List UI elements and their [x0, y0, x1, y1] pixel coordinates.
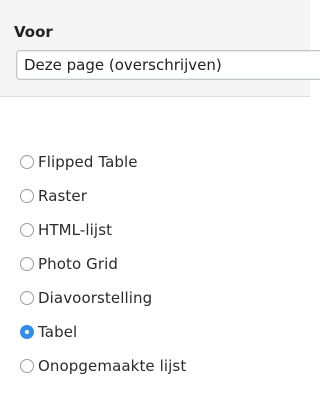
- scope-select[interactable]: Deze page (overschrijven): [16, 50, 320, 80]
- option-label: Photo Grid: [38, 255, 119, 273]
- format-option-unformatted-list[interactable]: Onopgemaakte lijst: [20, 354, 186, 378]
- option-label: HTML-lijst: [38, 221, 113, 239]
- radio-button[interactable]: [20, 189, 34, 203]
- for-scope-panel: Voor Deze page (overschrijven): [0, 0, 320, 97]
- format-option-html-list[interactable]: HTML-lijst: [20, 218, 112, 242]
- radio-button[interactable]: [20, 257, 34, 271]
- format-option-photo-grid[interactable]: Photo Grid: [20, 252, 118, 276]
- format-option-slideshow[interactable]: Diavoorstelling: [20, 286, 152, 310]
- format-option-raster[interactable]: Raster: [20, 184, 87, 208]
- for-label: Voor: [14, 23, 53, 41]
- option-label: Flipped Table: [38, 153, 138, 171]
- radio-button[interactable]: [20, 155, 34, 169]
- option-label: Diavoorstelling: [38, 289, 153, 307]
- radio-button[interactable]: [20, 359, 34, 373]
- option-label: Onopgemaakte lijst: [38, 357, 187, 375]
- radio-button[interactable]: [20, 291, 34, 305]
- option-label: Tabel: [38, 323, 78, 341]
- radio-button[interactable]: [20, 223, 34, 237]
- format-option-table[interactable]: Tabel: [20, 320, 77, 344]
- option-label: Raster: [38, 187, 87, 205]
- format-option-flipped-table[interactable]: Flipped Table: [20, 150, 138, 174]
- radio-button-selected[interactable]: [20, 325, 34, 339]
